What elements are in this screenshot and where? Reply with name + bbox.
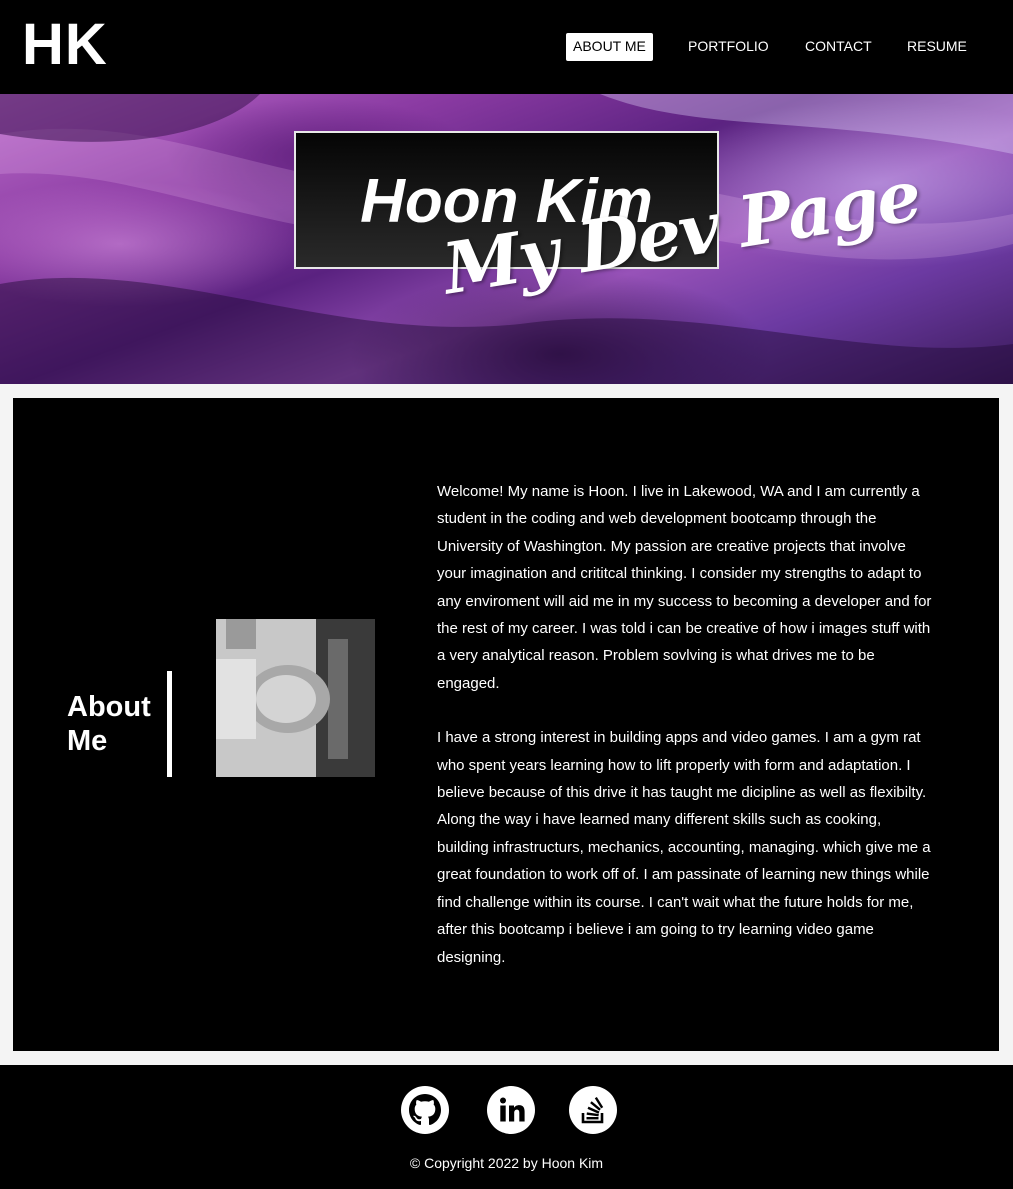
site-footer: © Copyright 2022 by Hoon Kim [0, 1065, 1013, 1189]
github-icon[interactable] [401, 1086, 449, 1134]
about-heading: About Me [67, 690, 167, 758]
heading-divider [167, 671, 172, 777]
nav-about-me[interactable]: ABOUT ME [566, 33, 653, 61]
nav-portfolio[interactable]: PORTFOLIO [688, 33, 769, 61]
copyright-text: © Copyright 2022 by Hoon Kim [409, 1155, 604, 1171]
nav-resume[interactable]: RESUME [907, 33, 967, 61]
nav-contact[interactable]: CONTACT [805, 33, 872, 61]
site-logo[interactable]: HK [22, 12, 108, 78]
about-heading-line1: About [67, 691, 151, 723]
about-section: About Me Welcome! My name is Hoon. I liv… [13, 398, 999, 1051]
about-heading-line2: Me [67, 725, 108, 757]
profile-photo-image [216, 619, 375, 777]
hero-banner: Hoon Kim My Dev Page [0, 94, 1013, 384]
site-header: HK ABOUT ME PORTFOLIO CONTACT RESUME [0, 0, 1013, 94]
stackoverflow-icon[interactable] [569, 1086, 617, 1134]
about-description: Welcome! My name is Hoon. I live in Lake… [437, 478, 937, 998]
about-paragraph-1: Welcome! My name is Hoon. I live in Lake… [437, 483, 932, 692]
linkedin-icon[interactable] [487, 1086, 535, 1134]
profile-photo [216, 619, 375, 777]
about-paragraph-2: I have a strong interest in building app… [437, 729, 931, 966]
